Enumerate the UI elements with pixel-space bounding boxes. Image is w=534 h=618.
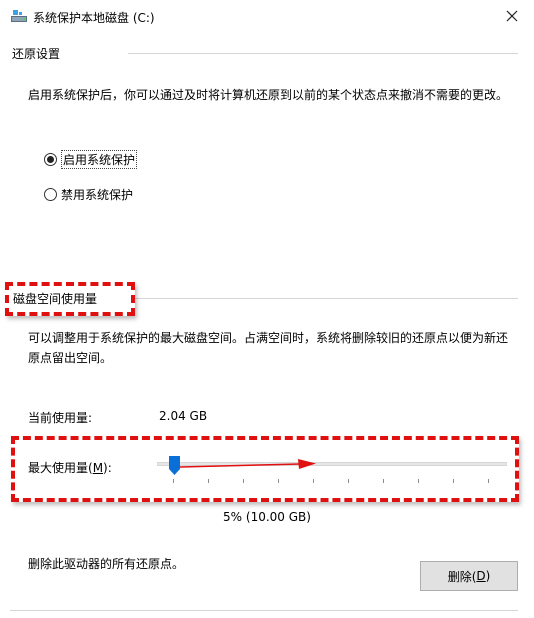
restore-settings-title: 还原设置 — [12, 45, 67, 62]
restore-settings-divider — [128, 53, 518, 54]
current-usage-value: 2.04 GB — [159, 409, 208, 423]
disk-usage-description: 可以调整用于系统保护的最大磁盘空间。占满空间时，系统将删除较旧的还原点以便为新还… — [28, 331, 509, 365]
delete-button[interactable]: 删除(D) — [420, 561, 518, 591]
radio-checked-icon[interactable] — [44, 153, 57, 166]
radio-unchecked-icon[interactable] — [44, 188, 57, 201]
enable-protection-label: 启用系统保护 — [61, 150, 138, 169]
current-usage-label: 当前使用量: — [28, 411, 93, 425]
close-button[interactable] — [498, 3, 526, 29]
delete-button-prefix: 删除( — [447, 569, 477, 584]
delete-button-hotkey: D — [476, 569, 486, 583]
title-bar: 系统保护本地磁盘 (C:) — [0, 0, 534, 32]
disable-protection-label: 禁用系统保护 — [61, 188, 134, 202]
restore-settings-description: 启用系统保护后，你可以通过及时将计算机还原到以前的某个状态点来撤消不需要的更改。 — [28, 88, 509, 102]
enable-protection-radio[interactable]: 启用系统保护 — [44, 150, 138, 169]
max-usage-percent: 5% (10.00 GB) — [223, 510, 311, 524]
bottom-divider — [10, 610, 518, 611]
annotation-box-max-usage — [11, 436, 519, 502]
drive-icon — [11, 10, 27, 22]
annotation-box-disk-usage-title — [5, 282, 135, 316]
close-icon — [506, 10, 518, 22]
disk-usage-divider — [134, 298, 518, 299]
disable-protection-radio[interactable]: 禁用系统保护 — [44, 186, 133, 203]
window-title: 系统保护本地磁盘 (C:) — [33, 11, 155, 25]
delete-button-suffix: ) — [485, 569, 491, 583]
delete-restore-points-label: 删除此驱动器的所有还原点。 — [28, 557, 185, 571]
